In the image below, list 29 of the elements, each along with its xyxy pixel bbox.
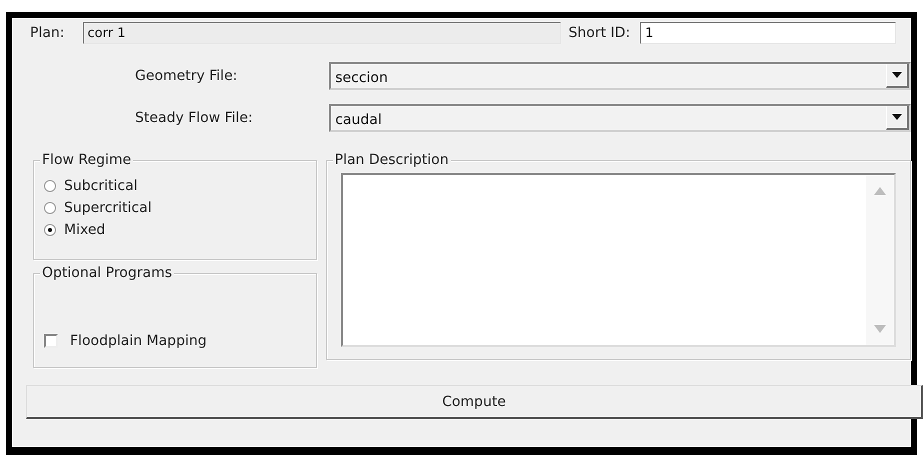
radio-label: Mixed bbox=[64, 222, 106, 238]
group-title: Optional Programs bbox=[40, 264, 174, 282]
plan-description-field[interactable] bbox=[340, 173, 896, 347]
plan-label: Plan: bbox=[30, 25, 65, 41]
dropdown-arrow-icon[interactable] bbox=[892, 72, 902, 78]
radio-button[interactable] bbox=[44, 180, 56, 192]
dropdown-arrow-icon[interactable] bbox=[892, 114, 902, 120]
checkbox-label: Floodplain Mapping bbox=[70, 333, 207, 349]
radio-label: Subcritical bbox=[64, 178, 138, 194]
radio-option[interactable]: Mixed bbox=[44, 219, 306, 241]
radio-button[interactable] bbox=[44, 224, 56, 236]
compute-button[interactable]: Compute bbox=[26, 385, 923, 419]
plan-title-field[interactable]: corr 1 bbox=[82, 22, 561, 44]
radio-option[interactable]: Subcritical bbox=[44, 175, 306, 197]
short-id-label: Short ID: bbox=[568, 25, 630, 41]
group-title: Plan Description bbox=[332, 151, 451, 169]
radio-button[interactable] bbox=[44, 202, 56, 214]
file-dropdown[interactable]: caudal bbox=[329, 104, 911, 132]
file-label: Geometry File: bbox=[134, 68, 238, 84]
scroll-up-icon[interactable] bbox=[874, 187, 886, 195]
file-dropdown[interactable]: seccion bbox=[329, 62, 911, 90]
file-label: Steady Flow File: bbox=[134, 110, 254, 126]
short-id-field[interactable]: 1 bbox=[640, 22, 896, 44]
radio-option[interactable]: Supercritical bbox=[44, 197, 306, 219]
group-title: Flow Regime bbox=[40, 151, 134, 169]
radio-label: Supercritical bbox=[64, 200, 152, 216]
scroll-bar[interactable] bbox=[866, 175, 894, 345]
checkbox[interactable] bbox=[44, 334, 58, 348]
scroll-down-icon[interactable] bbox=[874, 325, 886, 333]
